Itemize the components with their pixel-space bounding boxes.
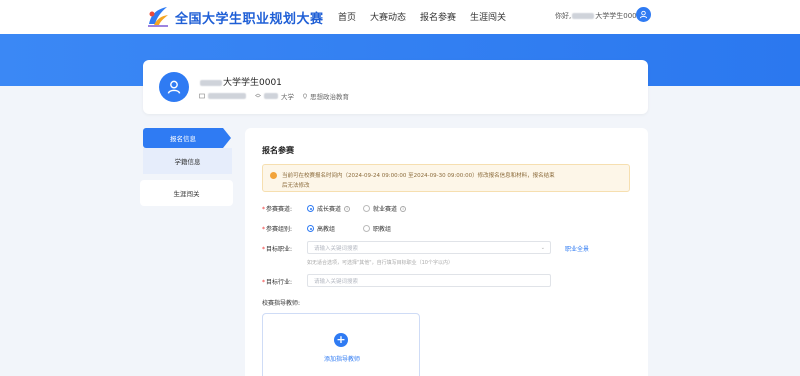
target-job-label: *目标职业:	[262, 246, 293, 253]
redacted-text	[208, 93, 246, 99]
school-icon	[255, 93, 261, 98]
form-title: 报名参赛	[262, 146, 294, 155]
target-industry-label: *目标行业:	[262, 279, 293, 286]
profile-school-text: 大学	[281, 93, 294, 101]
group-option-vocational[interactable]: 职教组	[363, 224, 391, 233]
group-option-higher-label: 高教组	[317, 226, 336, 233]
profile-category: 思想政治教育	[302, 91, 349, 101]
profile-category-text: 思想政治教育	[310, 93, 349, 101]
group-label: *参赛组别:	[262, 226, 293, 233]
track-option-growth-label: 成长赛道	[317, 206, 342, 213]
group-option-higher[interactable]: 高教组	[307, 224, 335, 233]
brand-logo-icon[interactable]	[145, 4, 171, 28]
greeting-user: 大学学生0001	[595, 12, 642, 20]
registration-form-card: 报名参赛 当前可在校赛报名时间内（2024-09-24 09:00:00 至20…	[245, 128, 648, 376]
nav-link-home[interactable]: 首页	[338, 10, 356, 23]
target-job-placeholder: 请输入关键词搜索	[314, 245, 359, 252]
info-icon[interactable]: i	[344, 205, 351, 212]
track-option-employment-label: 就业赛道	[373, 206, 398, 213]
warning-icon	[270, 172, 277, 179]
notice-banner: 当前可在校赛报名时间内（2024-09-24 09:00:00 至2024-09…	[262, 164, 630, 192]
track-label-text: 参赛赛道:	[266, 206, 293, 213]
target-job-hint: 如无适合选项，可选择"其他"，自行填写目标职业（10个字以内）	[307, 260, 453, 266]
profile-meta: 大学 思想政治教育	[199, 91, 349, 101]
nav-link-register[interactable]: 报名参赛	[420, 10, 456, 23]
profile-school: 大学	[255, 91, 294, 101]
info-icon[interactable]: i	[400, 205, 407, 212]
nav-link-career[interactable]: 生涯闯关	[470, 10, 506, 23]
radio-unselected[interactable]	[363, 205, 370, 212]
plus-icon[interactable]: +	[334, 333, 348, 347]
target-industry-placeholder: 请输入关键词搜索	[314, 278, 359, 285]
career-panorama-link[interactable]: 职业全景	[565, 244, 589, 253]
top-nav: 全国大学生职业规划大赛 首页 大赛动态 报名参赛 生涯闯关 你好, 大学学生000…	[0, 0, 800, 34]
redacted-text	[200, 79, 222, 86]
target-industry-label-text: 目标行业:	[266, 279, 293, 286]
user-icon	[167, 80, 181, 94]
redacted-text	[572, 13, 595, 19]
notice-text-1: 当前可在校赛报名时间内（2024-09-24 09:00:00 至2024-09…	[282, 173, 555, 179]
profile-name: 大学学生0001	[223, 78, 282, 88]
target-job-label-text: 目标职业:	[266, 246, 293, 253]
user-avatar[interactable]	[636, 7, 651, 22]
main-nav: 首页 大赛动态 报名参赛 生涯闯关	[338, 10, 506, 23]
user-greeting[interactable]: 你好, 大学学生0001	[555, 11, 641, 21]
profile-avatar	[159, 72, 189, 102]
id-card-icon	[199, 93, 205, 99]
greeting-prefix: 你好,	[555, 12, 572, 20]
sidebar-step-registration[interactable]: 报名信息	[143, 128, 231, 148]
group-option-vocational-label: 职教组	[373, 226, 392, 233]
sidebar-item-student-info[interactable]: 学籍信息	[143, 148, 232, 174]
user-icon	[639, 10, 648, 19]
radio-unselected[interactable]	[363, 225, 370, 232]
sidebar-item-career[interactable]: 生涯闯关	[140, 180, 233, 206]
target-industry-input[interactable]: 请输入关键词搜索	[307, 274, 551, 287]
radio-selected[interactable]	[307, 225, 314, 232]
redacted-text	[264, 93, 278, 99]
group-label-text: 参赛组别:	[266, 226, 293, 233]
notice-text-2: 后无法修改	[282, 183, 310, 189]
chevron-down-icon: ⌄	[540, 245, 545, 251]
radio-selected[interactable]	[307, 205, 314, 212]
track-option-employment[interactable]: 就业赛道 i	[363, 204, 407, 213]
profile-card: 大学学生0001 大学 思想政治教育	[143, 60, 648, 114]
location-pin-icon	[303, 93, 307, 99]
profile-name-row: 大学学生0001	[199, 75, 282, 88]
track-option-growth[interactable]: 成长赛道 i	[307, 204, 351, 213]
add-advisor-box[interactable]: + 添加指导教师	[262, 313, 420, 376]
add-advisor-label[interactable]: 添加指导教师	[263, 354, 421, 363]
brand-title[interactable]: 全国大学生职业规划大赛	[175, 8, 324, 27]
target-job-select[interactable]: 请输入关键词搜索 ⌄	[307, 241, 551, 254]
track-label: *参赛赛道:	[262, 206, 293, 213]
nav-link-news[interactable]: 大赛动态	[370, 10, 406, 23]
profile-id	[199, 93, 247, 99]
advisor-label: 校赛指导教师:	[262, 300, 301, 307]
